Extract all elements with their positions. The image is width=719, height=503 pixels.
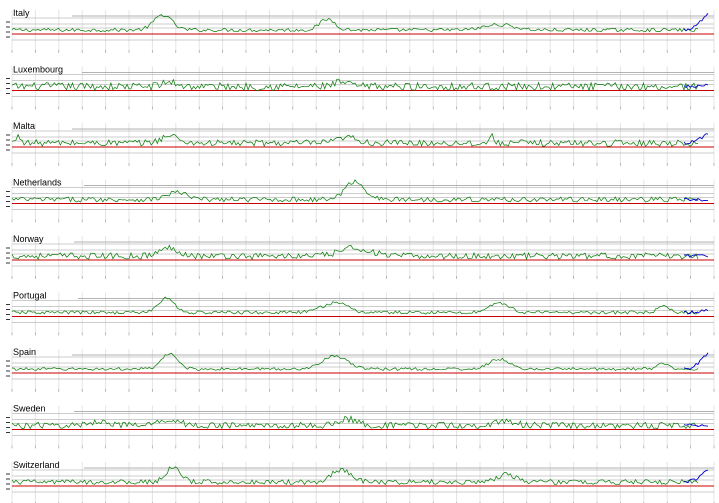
- panel-title: Malta: [13, 121, 35, 131]
- forecast-line: [683, 308, 709, 315]
- panel-title: Portugal: [13, 291, 47, 301]
- series-line: [11, 296, 699, 315]
- panel-title: Luxembourg: [13, 65, 63, 75]
- forecast-line: [684, 254, 709, 258]
- series-line: [11, 179, 699, 203]
- panel-title: Norway: [13, 234, 44, 244]
- panel-title: Sweden: [13, 404, 46, 414]
- forecast-line: [683, 133, 709, 145]
- panel-title: Netherlands: [13, 178, 62, 188]
- small-multiples-chart: Italy Luxembourg Malta Netherlands Norway Por…: [6, 8, 715, 503]
- panel-title: Switzerland: [13, 460, 60, 470]
- series-line: [11, 132, 699, 147]
- series-line: [11, 352, 699, 371]
- series-line: [11, 244, 699, 261]
- series-line: [11, 14, 699, 33]
- series-line: [11, 415, 699, 430]
- forecast-line: [683, 197, 708, 202]
- panel-title: Italy: [13, 8, 30, 18]
- panel-title: Spain: [13, 347, 36, 357]
